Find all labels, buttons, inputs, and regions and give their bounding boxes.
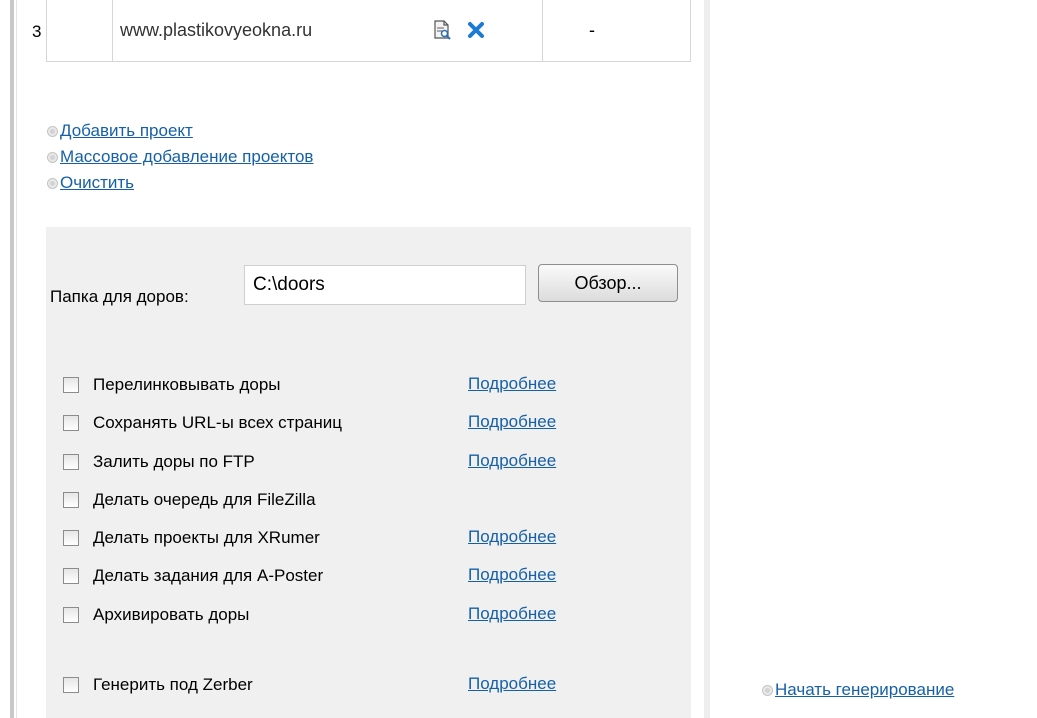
left-divider: [10, 0, 14, 718]
row-number: 3: [32, 22, 42, 41]
settings-panel: Папка для доров: Обзор... Перелинковыват…: [46, 227, 691, 718]
clear-link[interactable]: Очистить: [60, 173, 134, 193]
row-status: -: [589, 20, 595, 40]
start-generation-item: Начать генерирование: [763, 680, 954, 700]
add-project-link[interactable]: Добавить проект: [60, 121, 193, 141]
option-filezilla-queue: Делать очередь для FileZilla: [63, 488, 316, 512]
clear-item: Очистить: [48, 170, 313, 196]
option-xrumer: Делать проекты для XRumer: [63, 526, 320, 550]
interlink-checkbox[interactable]: [63, 377, 79, 393]
folder-input[interactable]: [244, 265, 526, 305]
zerber-checkbox[interactable]: [63, 677, 79, 693]
add-project-item: Добавить проект: [48, 118, 313, 144]
row-url: www.plastikovyeokna.ru: [120, 20, 313, 40]
option-label: Сохранять URL-ы всех страниц: [93, 413, 342, 432]
project-actions: Добавить проект Массовое добавление прое…: [48, 118, 313, 196]
save-urls-checkbox[interactable]: [63, 415, 79, 431]
a-poster-more-link[interactable]: Подробнее: [468, 565, 556, 585]
option-label: Архивировать доры: [93, 605, 250, 624]
option-label: Генерить под Zerber: [93, 675, 253, 694]
option-label: Перелинковывать доры: [93, 375, 281, 394]
bullet-icon: [48, 178, 57, 188]
option-label: Делать проекты для XRumer: [93, 528, 320, 547]
archive-more-link[interactable]: Подробнее: [468, 604, 556, 624]
a-poster-checkbox[interactable]: [63, 568, 79, 584]
ftp-upload-checkbox[interactable]: [63, 454, 79, 470]
xrumer-checkbox[interactable]: [63, 530, 79, 546]
ftp-upload-more-link[interactable]: Подробнее: [468, 451, 556, 471]
bullet-icon: [48, 152, 57, 162]
bulk-add-projects-link[interactable]: Массовое добавление проектов: [60, 147, 313, 167]
option-ftp-upload: Залить доры по FTP: [63, 450, 255, 474]
zerber-more-link[interactable]: Подробнее: [468, 674, 556, 694]
folder-label: Папка для доров:: [50, 287, 189, 306]
save-urls-more-link[interactable]: Подробнее: [468, 412, 556, 432]
option-zerber: Генерить под Zerber: [63, 673, 253, 697]
archive-checkbox[interactable]: [63, 607, 79, 623]
option-label: Делать очередь для FileZilla: [93, 490, 316, 509]
option-interlink: Перелинковывать доры: [63, 373, 281, 397]
filezilla-queue-checkbox[interactable]: [63, 492, 79, 508]
document-preview-icon[interactable]: [432, 20, 452, 45]
option-a-poster: Делать задания для A-Poster: [63, 564, 323, 588]
bullet-icon: [763, 685, 772, 695]
option-label: Залить доры по FTP: [93, 452, 255, 471]
option-archive: Архивировать доры: [63, 603, 249, 627]
delete-icon[interactable]: [466, 20, 486, 45]
interlink-more-link[interactable]: Подробнее: [468, 374, 556, 394]
xrumer-more-link[interactable]: Подробнее: [468, 527, 556, 547]
table-cell-number: [47, 0, 113, 61]
browse-button[interactable]: Обзор...: [538, 264, 678, 302]
option-label: Делать задания для A-Poster: [93, 566, 324, 585]
bullet-icon: [48, 126, 57, 136]
start-generation-link[interactable]: Начать генерирование: [775, 680, 954, 700]
bulk-add-item: Массовое добавление проектов: [48, 144, 313, 170]
option-save-urls: Сохранять URL-ы всех страниц: [63, 411, 342, 435]
